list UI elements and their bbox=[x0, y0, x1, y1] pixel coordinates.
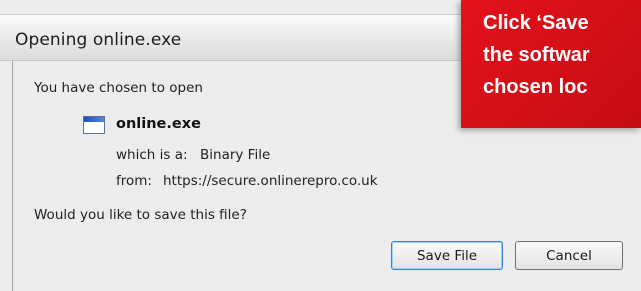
intro-text: You have chosen to open bbox=[34, 80, 203, 96]
file-source-value: https://secure.onlinerepro.co.uk bbox=[163, 173, 378, 189]
callout-line-3: chosen loc bbox=[483, 76, 588, 98]
callout-line-1: Click ‘Save bbox=[483, 12, 589, 34]
exe-file-icon bbox=[83, 116, 105, 134]
callout-line-2: the softwar bbox=[483, 44, 590, 66]
cancel-button[interactable]: Cancel bbox=[515, 241, 623, 270]
file-name: online.exe bbox=[116, 116, 201, 132]
file-type-value: Binary File bbox=[200, 147, 271, 163]
save-question: Would you like to save this file? bbox=[34, 207, 247, 223]
dialog-title: Opening online.exe bbox=[15, 30, 182, 50]
save-file-button[interactable]: Save File bbox=[391, 241, 503, 270]
file-type-label: which is a: bbox=[116, 147, 188, 163]
instruction-callout: Click ‘Save the softwar chosen loc bbox=[461, 0, 641, 128]
file-source-label: from: bbox=[116, 173, 152, 189]
